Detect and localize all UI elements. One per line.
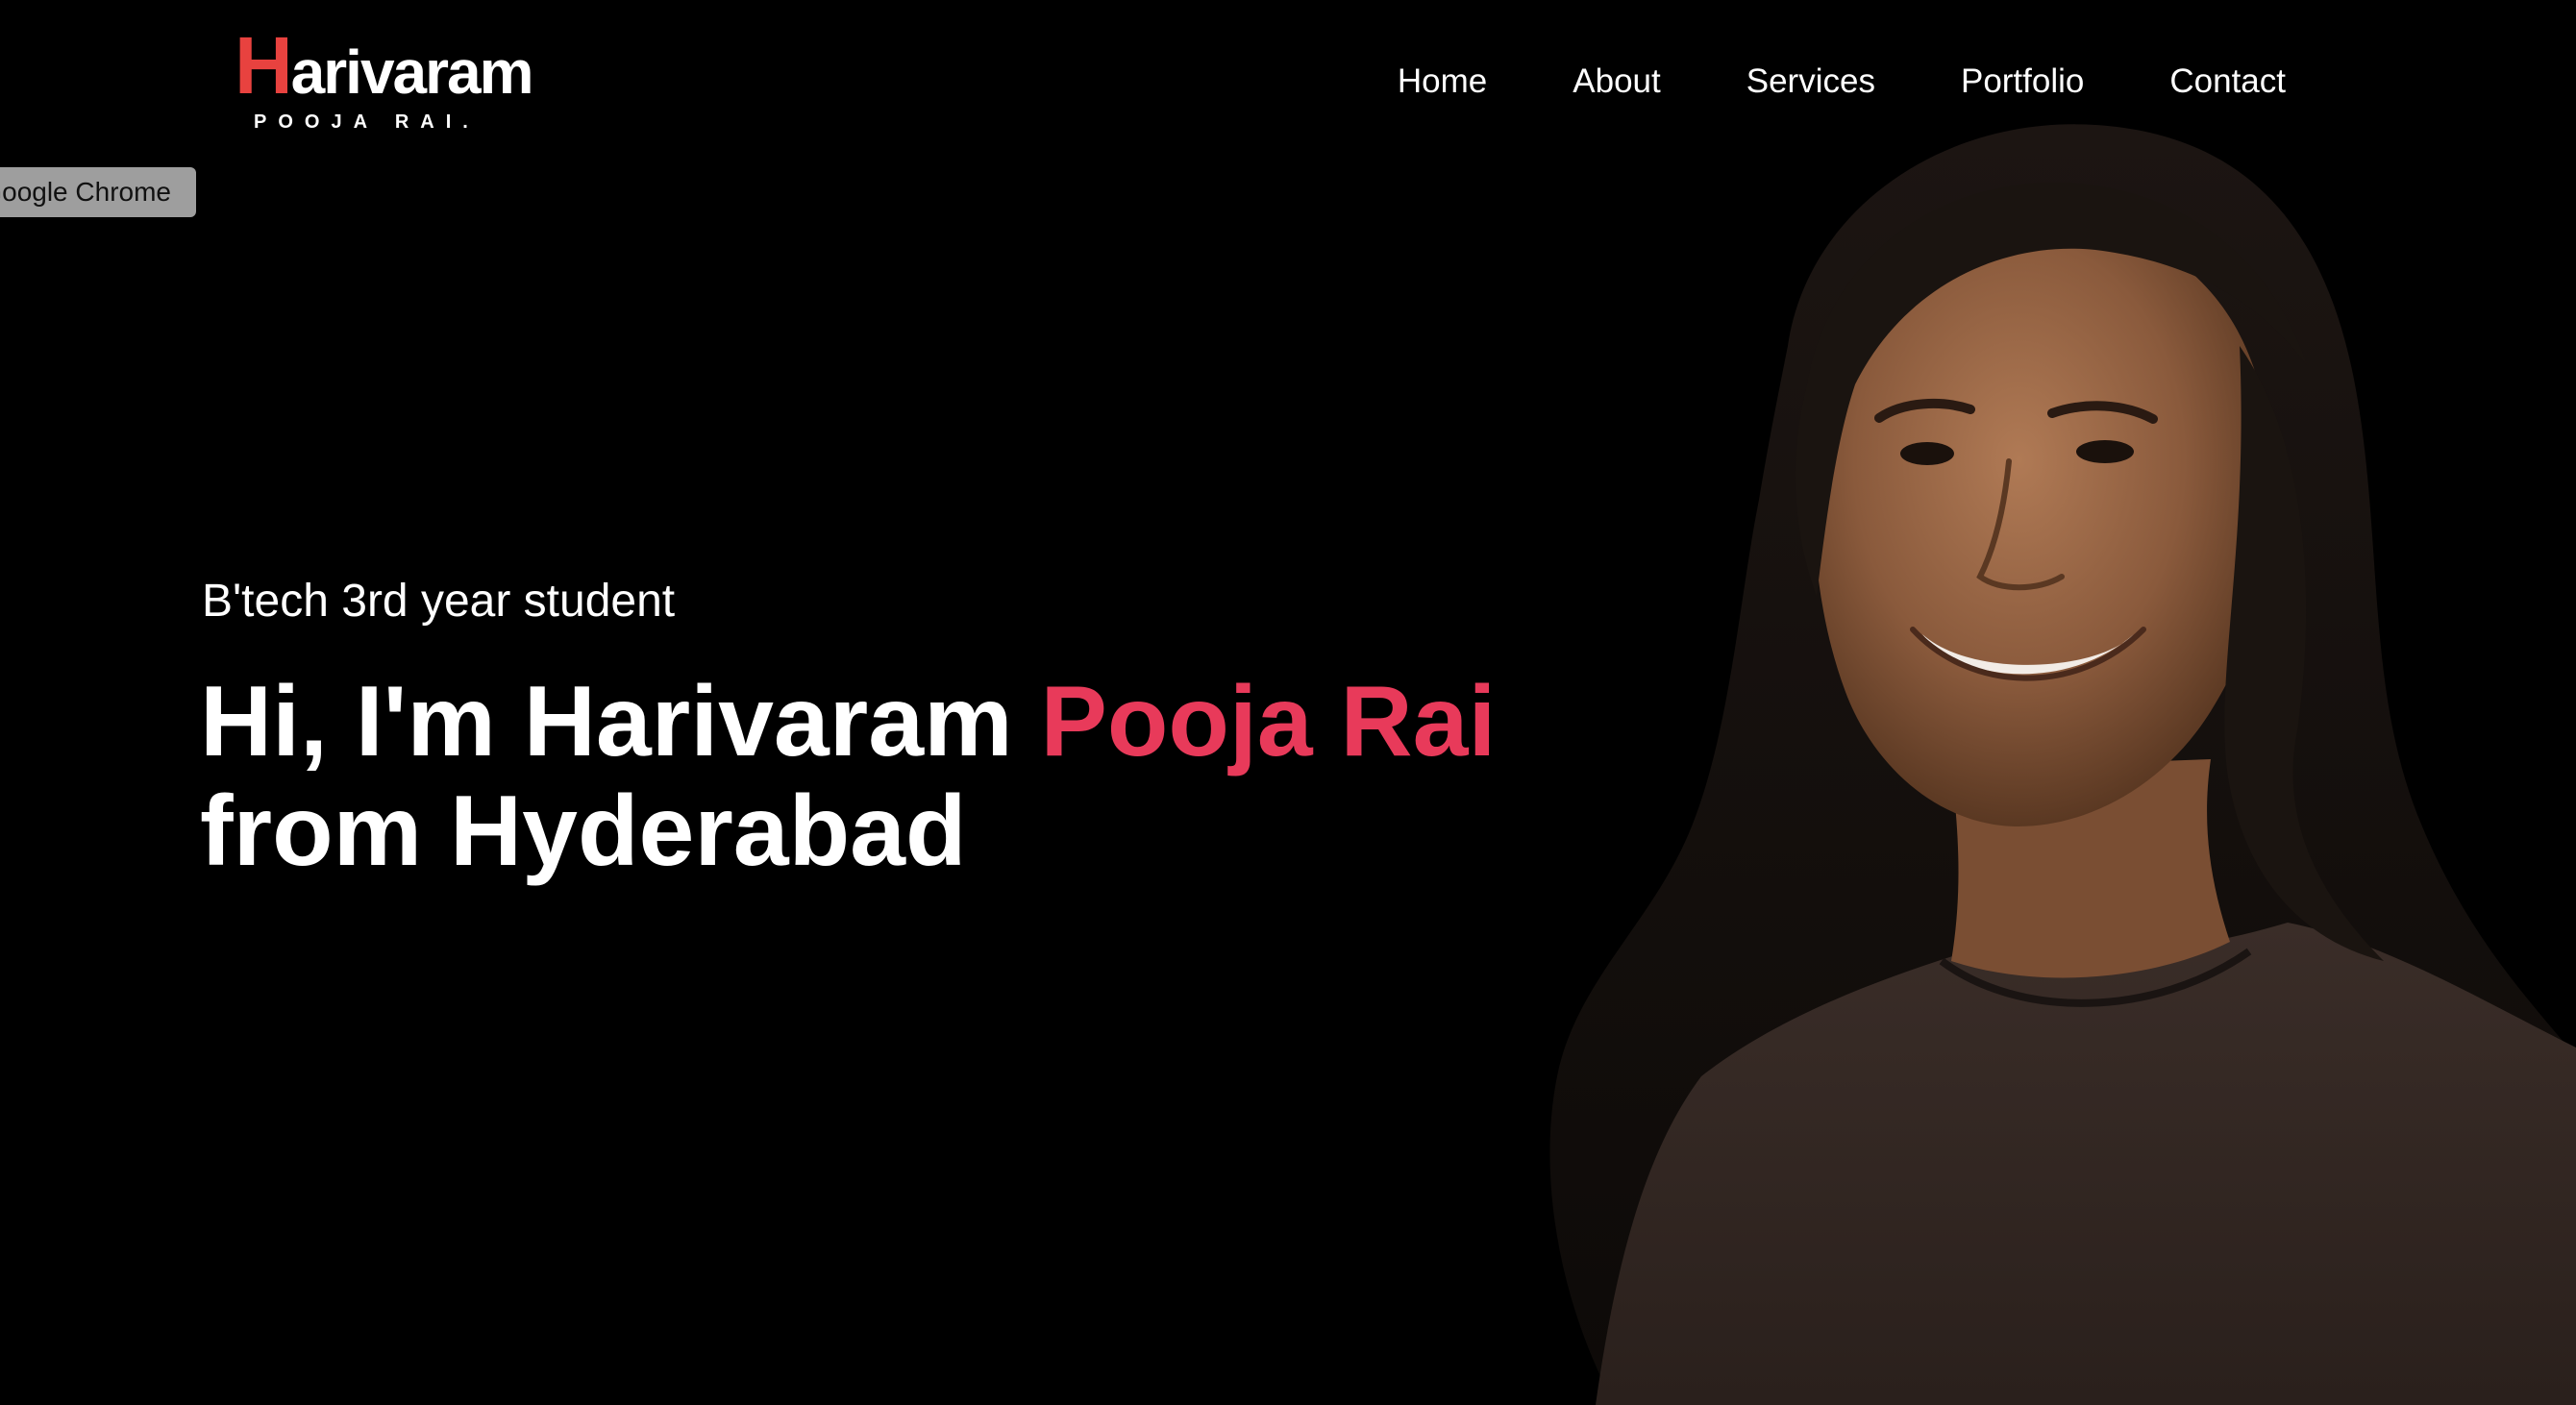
logo-initial: H bbox=[235, 20, 293, 111]
hero-subtitle: B'tech 3rd year student bbox=[202, 576, 676, 627]
hero-title: Hi, I'm Harivaram Pooja Rai from Hyderaba… bbox=[200, 667, 1496, 886]
tooltip-text: Google Chrome bbox=[0, 177, 171, 207]
logo-wordmark: Harivaram bbox=[235, 25, 534, 109]
site-logo[interactable]: Harivaram POOJA RAI. bbox=[235, 25, 581, 135]
nav-home[interactable]: Home bbox=[1398, 58, 1487, 106]
logo-name: arivaram bbox=[290, 37, 534, 107]
hero-title-line2: from Hyderabad bbox=[200, 776, 967, 887]
logo-subtitle: POOJA RAI. bbox=[254, 111, 480, 133]
hero-title-accent: Pooja Rai bbox=[1040, 666, 1497, 777]
hero-title-prefix: Hi, I'm Harivaram bbox=[200, 666, 1041, 777]
portrait-image bbox=[1549, 124, 2576, 1405]
page: Harivaram POOJA RAI. Home About Services… bbox=[0, 0, 2576, 1405]
app-tooltip: Google Chrome bbox=[0, 167, 196, 217]
